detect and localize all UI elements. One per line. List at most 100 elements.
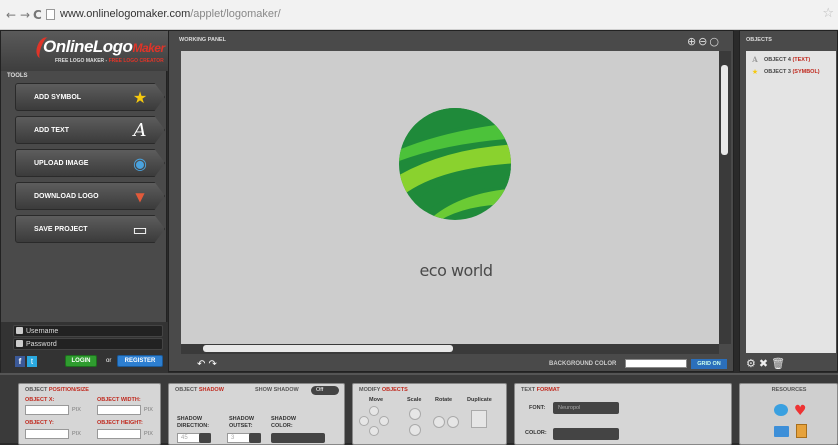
shadow-outset-label-2: OUTSET:	[229, 423, 253, 429]
move-down-icon[interactable]	[369, 426, 379, 436]
font-select[interactable]: Neuropol	[553, 402, 619, 414]
horizontal-scrollbar[interactable]	[181, 344, 719, 354]
object-y-input[interactable]	[25, 429, 69, 439]
save-project-button[interactable]: SAVE PROJECT ▭	[15, 215, 165, 243]
object-width-label: OBJECT WIDTH:	[97, 397, 141, 403]
browser-toolbar: ← → C www.onlinelogomaker.com/applet/log…	[0, 0, 838, 30]
y-unit: PIX	[72, 431, 81, 437]
move-left-icon[interactable]	[359, 416, 369, 426]
download-logo-button[interactable]: DOWNLOAD LOGO ▼	[15, 182, 165, 210]
object-item-text-type: (TEXT)	[792, 57, 811, 63]
bookmark-star-icon[interactable]: ☆	[822, 6, 834, 21]
scale-down-icon[interactable]	[409, 424, 421, 436]
lock-icon	[16, 340, 23, 347]
add-text-button[interactable]: ADD TEXT A	[15, 116, 165, 144]
tools-label: TOOLS	[7, 73, 28, 79]
shadow-direction-label-2: DIRECTION:	[177, 423, 210, 429]
user-icon	[16, 327, 23, 334]
show-shadow-toggle[interactable]: Off	[311, 386, 339, 395]
object-item-symbol-label: OBJECT 3	[764, 69, 793, 75]
object-height-label: OBJECT HEIGHT:	[97, 420, 143, 426]
text-object-icon: A	[752, 55, 758, 64]
login-button[interactable]: LOGIN	[65, 355, 97, 367]
position-title-a: OBJECT	[25, 387, 49, 393]
shadow-title: OBJECT SHADOW	[175, 387, 224, 393]
objects-label: OBJECTS	[746, 37, 772, 43]
add-symbol-label: ADD SYMBOL	[34, 94, 82, 101]
register-button[interactable]: REGISTER	[117, 355, 163, 367]
brand-subtitle-b: FREE LOGO CREATOR	[108, 58, 164, 64]
object-item-symbol[interactable]: ★ OBJECT 3 (SYMBOL)	[750, 67, 836, 77]
chat-bubble-icon[interactable]	[774, 404, 788, 416]
background-color-label: BACKGROUND COLOR	[549, 361, 617, 367]
text-a-icon: A	[133, 120, 147, 141]
brand-title-online: Online	[43, 37, 93, 56]
position-title-b: POSITION/SIZE	[48, 387, 89, 393]
bottom-toolbar: OBJECT POSITION/SIZE OBJECT X: OBJECT WI…	[0, 373, 838, 445]
design-canvas[interactable]: eco world	[181, 51, 719, 344]
reload-icon[interactable]: C	[33, 8, 42, 22]
scale-up-icon[interactable]	[409, 408, 421, 420]
heart-icon[interactable]: ♥	[794, 403, 807, 419]
save-project-label: SAVE PROJECT	[34, 226, 88, 233]
resources-panel: RESOURCES ♥	[739, 383, 838, 445]
eco-globe-logo-icon[interactable]	[399, 108, 511, 220]
object-tools-icon[interactable]: ⚙✖🗑	[746, 357, 788, 370]
modify-objects-panel: MODIFY OBJECTS Move Scale Rotate Duplica…	[352, 383, 507, 445]
logo-text[interactable]: eco world	[376, 261, 536, 280]
working-footer: ↶ ↷ BACKGROUND COLOR GRID ON	[179, 359, 727, 371]
height-unit: PIX	[144, 431, 153, 437]
shadow-color-label-2: COLOR:	[271, 423, 293, 429]
horizontal-scroll-thumb[interactable]	[203, 345, 453, 352]
shadow-title-b: SHADOW	[198, 387, 224, 393]
password-placeholder: Password	[26, 341, 57, 348]
move-up-icon[interactable]	[369, 406, 379, 416]
shadow-color-select[interactable]	[271, 433, 325, 443]
working-panel: WORKING PANEL ⊕⊖○ eco world ↶ ↷ BACKGROU…	[168, 30, 734, 372]
upload-image-button[interactable]: UPLOAD IMAGE ◉	[15, 149, 165, 177]
modify-title-a: MODIFY	[359, 387, 382, 393]
rotate-right-icon[interactable]	[447, 416, 459, 428]
brand-logo: OnlineLogoMaker FREE LOGO MAKER - FREE L…	[1, 31, 168, 71]
object-x-input[interactable]	[25, 405, 69, 415]
undo-redo-icon[interactable]: ↶ ↷	[197, 359, 217, 370]
text-color-select[interactable]	[553, 428, 619, 440]
shadow-panel: OBJECT SHADOW SHOW SHADOW Off SHADOW DIR…	[168, 383, 345, 445]
url-path: /applet/logomaker/	[190, 8, 281, 20]
folder-icon[interactable]	[774, 426, 789, 437]
move-right-icon[interactable]	[379, 416, 389, 426]
star-icon: ★	[132, 88, 148, 107]
symbol-object-icon: ★	[751, 68, 759, 76]
duplicate-icon[interactable]	[471, 410, 487, 428]
tools-panel: OnlineLogoMaker FREE LOGO MAKER - FREE L…	[0, 30, 168, 373]
password-field[interactable]: Password	[13, 338, 163, 350]
twitter-icon[interactable]: t	[27, 356, 37, 367]
objects-list: A OBJECT 4 (TEXT) ★ OBJECT 3 (SYMBOL)	[746, 51, 836, 353]
address-bar[interactable]: www.onlinelogomaker.com/applet/logomaker…	[60, 8, 281, 20]
or-label: or	[106, 358, 112, 364]
width-unit: PIX	[144, 407, 153, 413]
shadow-outset-label-1: SHADOW	[229, 416, 255, 422]
rotate-left-icon[interactable]	[433, 416, 445, 428]
forward-icon[interactable]: →	[20, 8, 30, 22]
shadow-outset-stepper[interactable]	[249, 433, 261, 443]
vertical-scroll-thumb[interactable]	[721, 65, 728, 155]
shadow-direction-stepper[interactable]	[199, 433, 211, 443]
background-color-select[interactable]	[625, 359, 687, 368]
object-width-input[interactable]	[97, 405, 141, 415]
zoom-controls-icon[interactable]: ⊕⊖○	[687, 35, 721, 48]
brand-title: OnlineLogoMaker	[43, 37, 165, 57]
book-icon[interactable]	[796, 424, 807, 438]
page-icon	[46, 9, 55, 20]
object-item-text[interactable]: A OBJECT 4 (TEXT)	[750, 55, 836, 65]
vertical-scrollbar[interactable]	[719, 51, 731, 344]
duplicate-label: Duplicate	[467, 397, 492, 403]
object-x-label: OBJECT X:	[25, 397, 55, 403]
username-field[interactable]: Username	[13, 325, 163, 337]
grid-toggle-button[interactable]: GRID ON	[691, 359, 727, 369]
object-height-input[interactable]	[97, 429, 141, 439]
back-icon[interactable]: ←	[6, 8, 16, 22]
working-panel-label: WORKING PANEL	[179, 37, 226, 43]
add-symbol-button[interactable]: ADD SYMBOL ★	[15, 83, 165, 111]
facebook-icon[interactable]: f	[15, 356, 25, 367]
